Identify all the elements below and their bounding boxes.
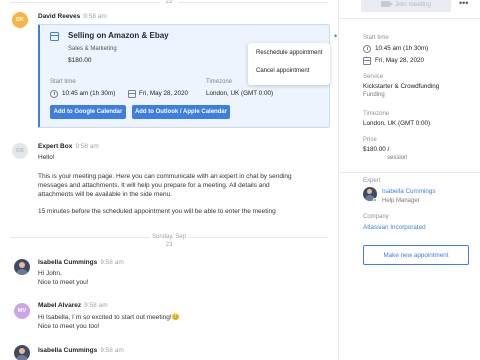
calendar-icon (128, 90, 136, 98)
start-time-label: Start time (363, 35, 389, 41)
online-status-icon (373, 198, 377, 202)
start-time-label: Start time (50, 79, 76, 85)
message-time: 9:58 am (100, 259, 124, 266)
appointment-price: $180.00 (68, 57, 92, 64)
message-sender: David Reeves 9:58 am (38, 13, 107, 20)
start-time-value: 10:45 am (1h 30m) (375, 45, 429, 52)
message-line: 15 minutes before the scheduled appointm… (38, 208, 276, 215)
timezone-value: London, UK (GMT 0:00) (206, 90, 274, 97)
separator-date: 23 (165, 242, 173, 248)
timezone-label: Timezone (206, 79, 233, 85)
avatar (14, 259, 30, 275)
sender-name: Isabella Cummings (38, 259, 98, 266)
meeting-details-panel: Join meeting ••• Start time 10:45 am (1h… (339, 0, 480, 360)
expert-name-link[interactable]: Isabella Cummings (382, 188, 436, 195)
appointment-title: Selling on Amazon & Ebay (68, 31, 169, 40)
avatar: DK (12, 12, 28, 28)
price-value: $180.00 / (363, 146, 390, 153)
avatar: EB (12, 143, 28, 159)
message-time: 9:58 am (83, 13, 107, 20)
timezone-label: Timezone (363, 111, 390, 117)
message-sender: Isabella Cummings 9:58 am (38, 259, 124, 266)
appointment-category: Sales & Marketing (68, 46, 117, 52)
date-value: Fri, May 28, 2020 (139, 90, 188, 97)
add-to-outlook-calendar-button[interactable]: Add to Outlook / Apple Calendar (132, 105, 230, 119)
clock-icon (363, 45, 371, 53)
reschedule-appointment-item[interactable]: Reschedule appointment (256, 50, 322, 56)
more-options-icon[interactable]: ••• (459, 0, 468, 8)
price-unit: session (387, 155, 408, 161)
avatar (14, 345, 30, 360)
message-line: Hello! (38, 154, 55, 161)
calendar-icon (50, 32, 59, 41)
make-new-appointment-button[interactable]: Make new appointment (363, 245, 469, 265)
message-line: Nice to meet you too! (38, 323, 100, 330)
expert-label: Expert (363, 178, 381, 184)
join-meeting-button[interactable]: Join meeting (361, 0, 451, 12)
message-line: Nice to meet you! (38, 279, 89, 286)
timezone-value: London, UK (GMT 0:00) (363, 120, 431, 127)
expert-role: Help Manager (382, 198, 420, 204)
sender-name: Isabella Cummings (38, 347, 98, 354)
clock-icon (50, 90, 58, 98)
add-to-google-calendar-button[interactable]: Add to Google Calendar (50, 105, 126, 119)
message-time: 9:58 am (84, 302, 108, 309)
message-sender: Expert Box 9:58 am (38, 143, 99, 150)
divider (339, 18, 480, 19)
sender-name: David Reeves (38, 13, 81, 20)
cancel-appointment-item[interactable]: Cancel appointment (256, 68, 309, 74)
avatar: MV (14, 303, 30, 319)
date-value: Fri, May 28, 2020 (375, 57, 424, 64)
video-camera-icon (381, 1, 394, 7)
start-time-value: 10:45 am (1h 30m) (62, 90, 116, 97)
service-sub: Funding (363, 92, 385, 98)
calendar-icon (363, 57, 371, 65)
company-link[interactable]: Atlassian Incorporated (363, 224, 426, 231)
sender-name: Mabel Alvarez (38, 302, 82, 309)
appointment-options-menu: Reschedule appointment Cancel appointmen… (248, 43, 330, 85)
company-label: Company (363, 214, 389, 220)
message-time: 9:58 am (75, 143, 99, 150)
divider (339, 172, 480, 173)
message-line: attachments will be available in the sid… (38, 191, 173, 198)
message-sender: Mabel Alvarez 9:58 am (38, 302, 108, 309)
price-label: Price (363, 137, 377, 143)
join-meeting-label: Join meeting (395, 0, 431, 8)
message-sender: Isabella Cummings 9:58 am (38, 347, 124, 354)
date-separator: Sunday, Sep 23 (0, 233, 338, 249)
separator-day: Sunday, Sep (152, 234, 186, 240)
service-label: Service (363, 74, 384, 80)
message-time: 9:58 am (100, 347, 124, 354)
date-separator-top: 22 (0, 0, 338, 5)
sender-name: Expert Box (38, 143, 73, 150)
chat-panel: 22 DK David Reeves 9:58 am Selling on Ama… (0, 0, 338, 360)
service-value: Kickstarter & Crowdfunding (363, 83, 440, 90)
